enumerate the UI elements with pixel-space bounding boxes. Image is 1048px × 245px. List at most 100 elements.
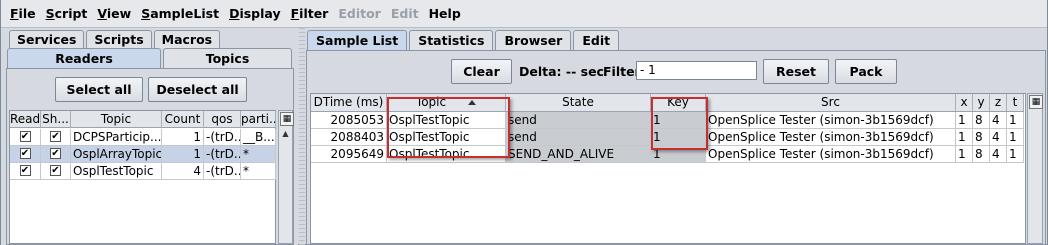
col-dtime[interactable]: DTime (ms) [311, 94, 387, 111]
show-checkbox[interactable]: ✔ [50, 165, 61, 176]
col-z[interactable]: z [990, 94, 1007, 111]
col-count[interactable]: Count [162, 111, 204, 128]
x-cell: 1 [956, 129, 973, 145]
tab-scripts[interactable]: Scripts [86, 30, 152, 48]
deselect-all-button[interactable]: Deselect all [148, 77, 247, 102]
show-cell[interactable]: ✔ [41, 146, 71, 162]
count-cell: 1 [162, 146, 204, 162]
col-key[interactable]: Key [651, 94, 706, 111]
col-topic[interactable]: Topic [387, 94, 506, 111]
filter-input[interactable]: - 1 [636, 61, 757, 80]
column-chooser-icon[interactable]: ▦ [280, 112, 294, 126]
col-y[interactable]: y [973, 94, 990, 111]
col-t[interactable]: t [1007, 94, 1024, 111]
state-cell: send [506, 129, 651, 145]
show-cell[interactable]: ✔ [41, 163, 71, 179]
column-chooser-icon[interactable]: ▦ [1029, 95, 1043, 109]
table-row[interactable]: 2085053 OsplTestTopic send 1 OpenSplice … [311, 112, 1024, 129]
select-all-button[interactable]: Select all [55, 77, 143, 102]
read-checkbox[interactable]: ✔ [19, 148, 31, 159]
show-checkbox[interactable]: ✔ [50, 131, 61, 142]
menu-samplelist[interactable]: SampleList [136, 6, 224, 21]
menu-bar: File Script View SampleList Display Filt… [1, 0, 1047, 28]
qos-cell: -(trD... [204, 163, 241, 179]
left-subtab-bar: Readers Topics [7, 48, 292, 68]
tab-services[interactable]: Services [9, 30, 85, 48]
table-row[interactable]: 2088403 OsplTestTopic send 1 OpenSplice … [311, 129, 1024, 146]
dtime-cell: 2088403 [311, 129, 387, 145]
qos-cell: -(trD... [204, 146, 241, 162]
menu-filter[interactable]: Filter [286, 6, 334, 21]
readers-table-header: Read Sh... Topic Count qos parti... [10, 111, 276, 128]
show-checkbox[interactable]: ✔ [50, 148, 61, 159]
menu-file[interactable]: File [5, 6, 41, 21]
sample-table-scrollbar[interactable]: ▦ [1027, 93, 1043, 244]
sample-table-header: DTime (ms) Topic State Key Src x y z t [311, 94, 1024, 112]
col-qos[interactable]: qos [204, 111, 241, 128]
read-cell[interactable]: ✔ [10, 163, 41, 179]
show-cell[interactable]: ✔ [41, 129, 71, 145]
qos-cell: -(trD... [204, 129, 241, 145]
state-cell: send [506, 112, 651, 128]
tab-statistics[interactable]: Statistics [409, 30, 494, 50]
readers-scrollbar[interactable]: ▦ ▲ [278, 110, 294, 244]
col-state[interactable]: State [506, 94, 651, 111]
z-cell: 4 [990, 129, 1007, 145]
col-src[interactable]: Src [706, 94, 956, 111]
menu-editor[interactable]: Editor [333, 6, 386, 21]
col-topic[interactable]: Topic [71, 111, 162, 128]
table-row[interactable]: ✔ ✔ DCPSParticip... 1 -(trD... __B... [10, 129, 276, 146]
src-cell: OpenSplice Tester (simon-3b1569dcf) [706, 129, 956, 145]
menu-view[interactable]: View [92, 6, 136, 21]
read-checkbox[interactable]: ✔ [19, 165, 31, 176]
sample-table: DTime (ms) Topic State Key Src x y z t 2… [310, 93, 1026, 244]
pack-button[interactable]: Pack [835, 59, 897, 84]
col-partition[interactable]: parti... [241, 111, 276, 128]
tab-sample-list[interactable]: Sample List [307, 30, 408, 50]
table-row[interactable]: 2095649 OsplTestTopic SEND_AND_ALIVE 1 O… [311, 146, 1024, 163]
readers-table: Read Sh... Topic Count qos parti... ✔ ✔ … [9, 110, 276, 244]
col-x[interactable]: x [956, 94, 973, 111]
table-row[interactable]: ✔ ✔ OsplTestTopic 4 -(trD... * [10, 163, 276, 180]
table-row[interactable]: ✔ ✔ OsplArrayTopic 1 -(trD... * [10, 146, 276, 163]
tab-browser[interactable]: Browser [495, 30, 572, 50]
read-cell[interactable]: ✔ [10, 129, 41, 145]
count-cell: 1 [162, 129, 204, 145]
menu-display[interactable]: Display [224, 6, 286, 21]
topic-cell: OsplArrayTopic [73, 146, 162, 162]
clear-button[interactable]: Clear [451, 59, 512, 84]
read-checkbox[interactable]: ✔ [19, 131, 31, 142]
menu-help[interactable]: Help [424, 6, 466, 21]
reset-button[interactable]: Reset [763, 59, 829, 84]
scroll-up-icon[interactable]: ▲ [279, 127, 292, 141]
tab-edit[interactable]: Edit [573, 30, 620, 50]
state-cell: SEND_AND_ALIVE [506, 146, 651, 162]
partition-cell: * [241, 146, 276, 162]
sort-ascending-icon [468, 100, 477, 105]
menu-edit[interactable]: Edit [386, 6, 424, 21]
tab-topics[interactable]: Topics [163, 48, 292, 68]
y-cell: 8 [973, 146, 990, 162]
t-cell: 1 [1007, 129, 1024, 145]
col-show[interactable]: Sh... [41, 111, 71, 128]
tab-readers[interactable]: Readers [7, 48, 161, 68]
topic-cell: DCPSParticip... [73, 129, 162, 145]
key-cell: 1 [651, 146, 706, 162]
topic-cell: OsplTestTopic [387, 112, 506, 128]
tab-macros[interactable]: Macros [153, 30, 221, 48]
y-cell: 8 [973, 112, 990, 128]
dtime-cell: 2095649 [311, 146, 387, 162]
topic-cell: OsplTestTopic [387, 129, 506, 145]
menu-script[interactable]: Script [41, 6, 93, 21]
delta-label: Delta: -- sec [519, 64, 604, 79]
readers-panel: Select all Deselect all Read Sh... Topic… [6, 68, 294, 245]
sample-list-panel: Clear Delta: -- sec Filter - 1 Reset Pac… [306, 50, 1046, 245]
y-cell: 8 [973, 129, 990, 145]
read-cell[interactable]: ✔ [10, 146, 41, 162]
z-cell: 4 [990, 146, 1007, 162]
dtime-cell: 2085053 [311, 112, 387, 128]
partition-cell: * [241, 163, 276, 179]
col-topic-label: Topic [415, 95, 447, 109]
col-read[interactable]: Read [10, 111, 41, 128]
src-cell: OpenSplice Tester (simon-3b1569dcf) [706, 112, 956, 128]
